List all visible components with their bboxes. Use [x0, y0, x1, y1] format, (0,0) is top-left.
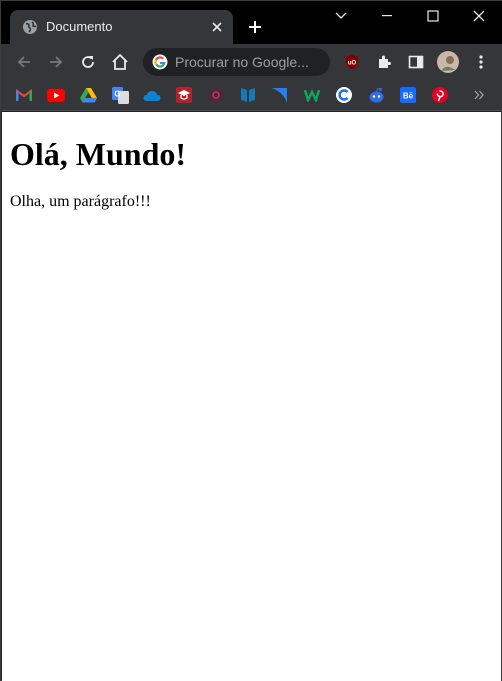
- reddit-style-icon[interactable]: [367, 86, 385, 104]
- side-panel-icon[interactable]: [402, 48, 430, 76]
- reload-icon[interactable]: [74, 48, 102, 76]
- app-icon[interactable]: [207, 86, 225, 104]
- bookmarks-bar: G Bē: [1, 80, 502, 111]
- page-heading: Olá, Mundo!: [10, 136, 187, 172]
- browser-window: Documento Procurar no Google... uO G Bē …: [0, 0, 502, 681]
- close-tab-icon[interactable]: [207, 17, 227, 37]
- google-icon: [152, 54, 168, 70]
- gmail-icon[interactable]: [15, 86, 33, 104]
- svg-text:Bē: Bē: [403, 92, 414, 101]
- tab-search-icon[interactable]: [318, 1, 364, 31]
- minimize-icon[interactable]: [364, 1, 410, 31]
- close-window-icon[interactable]: [456, 1, 502, 31]
- new-tab-button[interactable]: [244, 16, 266, 38]
- c-app-icon[interactable]: [335, 86, 353, 104]
- google-drive-icon[interactable]: [79, 86, 97, 104]
- svg-text:uO: uO: [348, 61, 357, 67]
- reader-icon[interactable]: [239, 86, 257, 104]
- w-app-icon[interactable]: [303, 86, 321, 104]
- forward-arrow-icon[interactable]: [42, 48, 70, 76]
- page-paragraph: Olha, um parágrafo!!!: [10, 193, 151, 210]
- back-arrow-icon[interactable]: [10, 48, 38, 76]
- onedrive-icon[interactable]: [143, 86, 161, 104]
- profile-avatar[interactable]: [434, 48, 462, 76]
- page-content: Olá, Mundo! Olha, um parágrafo!!!: [2, 112, 501, 681]
- ublock-extension-icon[interactable]: uO: [338, 48, 366, 76]
- youtube-icon[interactable]: [47, 86, 65, 104]
- tab-strip: Documento: [1, 1, 502, 44]
- menu-icon[interactable]: [467, 48, 495, 76]
- google-translate-icon[interactable]: G: [111, 86, 129, 104]
- tab-documento[interactable]: Documento: [10, 10, 233, 44]
- address-bar[interactable]: [143, 48, 330, 76]
- pinterest-icon[interactable]: [431, 86, 449, 104]
- globe-icon: [22, 19, 38, 35]
- chevron-right-double-icon[interactable]: [470, 86, 488, 104]
- extensions-icon[interactable]: [370, 48, 398, 76]
- tab-title: Documento: [46, 19, 113, 34]
- home-icon[interactable]: [106, 48, 134, 76]
- svg-text:G: G: [114, 89, 120, 98]
- behance-icon[interactable]: Bē: [399, 86, 417, 104]
- classroom-icon[interactable]: [175, 86, 193, 104]
- arrow-app-icon[interactable]: [271, 86, 289, 104]
- search-input[interactable]: [175, 48, 325, 76]
- maximize-icon[interactable]: [410, 1, 456, 31]
- toolbar: uO: [1, 44, 502, 80]
